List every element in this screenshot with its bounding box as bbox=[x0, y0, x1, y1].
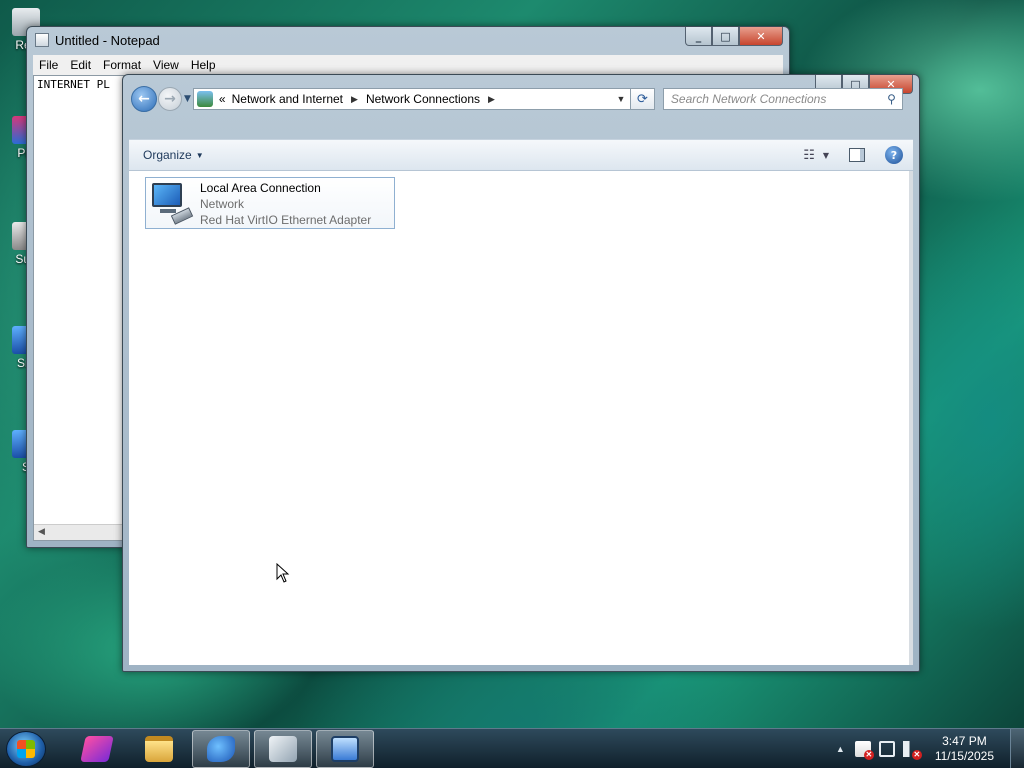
clock[interactable]: 3:47 PM 11/15/2025 bbox=[935, 734, 994, 764]
explorer-body: ← → ▼ « Network and Internet ▶ Network C… bbox=[129, 75, 913, 665]
breadcrumb-overflow[interactable]: « bbox=[219, 92, 226, 106]
back-arrow-icon: ← bbox=[138, 91, 150, 107]
notepad-text: INTERNET PL bbox=[37, 78, 110, 91]
menu-edit[interactable]: Edit bbox=[64, 58, 97, 72]
help-icon[interactable]: ? bbox=[885, 146, 903, 164]
taskbar-explorer[interactable] bbox=[130, 730, 188, 768]
breadcrumb-network-and-internet[interactable]: Network and Internet bbox=[232, 92, 343, 106]
folder-icon bbox=[145, 735, 173, 762]
refresh-icon: ⟳ bbox=[636, 91, 648, 107]
mouse-cursor-icon bbox=[276, 562, 290, 586]
command-bar-right: ☷ ▼ ? bbox=[803, 146, 903, 164]
taskbar: ▲ ✕ ✕ 3:47 PM 11/15/2025 bbox=[0, 728, 1024, 768]
start-button[interactable] bbox=[6, 730, 46, 767]
minimize-button[interactable]: _ bbox=[685, 27, 712, 46]
close-button[interactable]: ✕ bbox=[739, 27, 783, 46]
notepad-menubar: File Edit Format View Help bbox=[33, 55, 783, 75]
notepad-titlebar[interactable]: Untitled - Notepad bbox=[27, 27, 789, 53]
connections-list[interactable]: Local Area Connection Network Red Hat Vi… bbox=[129, 171, 913, 665]
back-button[interactable]: ← bbox=[131, 86, 157, 112]
volume-muted-icon[interactable]: ✕ bbox=[902, 740, 922, 760]
preview-pane-button[interactable] bbox=[849, 148, 865, 162]
clock-date: 11/15/2025 bbox=[934, 748, 994, 763]
breadcrumb-separator-icon[interactable]: ▶ bbox=[488, 94, 495, 105]
notepad-icon bbox=[269, 735, 297, 762]
search-placeholder: Search Network Connections bbox=[670, 92, 827, 106]
search-input[interactable]: Search Network Connections ⚲ bbox=[662, 88, 903, 110]
menu-help[interactable]: Help bbox=[185, 58, 222, 72]
forward-button[interactable]: → bbox=[158, 87, 182, 111]
show-desktop-button[interactable] bbox=[1010, 729, 1024, 768]
menu-view[interactable]: View bbox=[147, 58, 185, 72]
magnifier-icon[interactable]: ⚲ bbox=[887, 92, 896, 106]
connection-device: Red Hat VirtIO Ethernet Adapter bbox=[200, 213, 372, 227]
list-item-local-area-connection[interactable]: Local Area Connection Network Red Hat Vi… bbox=[145, 177, 395, 229]
organize-button[interactable]: Organize ▼ bbox=[143, 148, 204, 162]
network-folder-icon bbox=[196, 91, 213, 107]
network-connections-icon bbox=[331, 735, 359, 762]
address-dropdown-icon[interactable]: ▼ bbox=[612, 94, 630, 104]
notepad-title: Untitled - Notepad bbox=[55, 32, 160, 48]
chevron-down-icon[interactable]: ▼ bbox=[823, 151, 829, 160]
breadcrumb-separator-icon[interactable]: ▶ bbox=[351, 94, 358, 105]
action-center-icon[interactable]: ✕ bbox=[854, 740, 874, 760]
taskbar-notepad[interactable] bbox=[254, 729, 312, 768]
command-bar: Organize ▼ ☷ ▼ ? bbox=[129, 139, 913, 171]
network-adapter-icon bbox=[150, 181, 194, 225]
breadcrumb-network-connections[interactable]: Network Connections bbox=[366, 92, 480, 106]
system-tray: ▲ ✕ ✕ 3:47 PM 11/15/2025 bbox=[836, 729, 1024, 768]
windows-logo-icon bbox=[17, 739, 35, 758]
connection-name: Local Area Connection bbox=[200, 181, 321, 195]
taskbar-network-connections[interactable] bbox=[316, 729, 374, 768]
clock-time: 3:47 PM bbox=[942, 733, 987, 748]
connection-details: Local Area Connection Network Red Hat Vi… bbox=[200, 178, 371, 228]
connection-status: Network bbox=[200, 197, 245, 211]
vertical-scrollbar[interactable] bbox=[909, 171, 913, 665]
scroll-left-icon[interactable]: ◀ bbox=[38, 527, 45, 537]
notepad-icon bbox=[35, 33, 49, 47]
menu-format[interactable]: Format bbox=[97, 58, 147, 72]
refresh-button[interactable]: ⟳ bbox=[630, 88, 655, 110]
menu-file[interactable]: File bbox=[33, 58, 64, 72]
forward-arrow-icon: → bbox=[164, 91, 176, 107]
network-connections-window[interactable]: _ □ ✕ ← → ▼ « Network and Internet ▶ Net… bbox=[122, 74, 920, 672]
app-icon bbox=[207, 735, 235, 762]
app-icon bbox=[80, 735, 114, 762]
navigation-bar: ← → ▼ « Network and Internet ▶ Network C… bbox=[129, 81, 913, 117]
show-hidden-icons-icon[interactable]: ▲ bbox=[836, 744, 845, 754]
recent-pages-dropdown[interactable]: ▼ bbox=[184, 94, 191, 104]
chevron-down-icon: ▼ bbox=[195, 150, 204, 160]
network-status-icon[interactable] bbox=[878, 740, 895, 757]
taskbar-app-1[interactable] bbox=[68, 730, 126, 768]
organize-label: Organize bbox=[143, 148, 192, 162]
view-options-icon: ☷ bbox=[803, 147, 815, 163]
address-bar[interactable]: « Network and Internet ▶ Network Connect… bbox=[192, 88, 631, 110]
taskbar-app-3[interactable] bbox=[192, 729, 250, 768]
maximize-button[interactable]: □ bbox=[712, 27, 739, 46]
notepad-caption-buttons: _ □ ✕ bbox=[685, 27, 783, 46]
change-view-button[interactable]: ☷ ▼ bbox=[803, 148, 829, 163]
